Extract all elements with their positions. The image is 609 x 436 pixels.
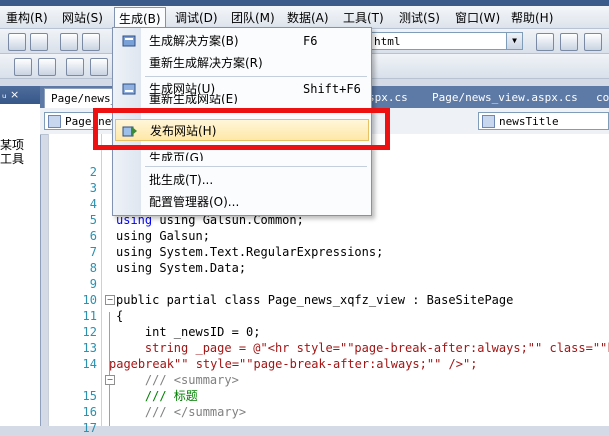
chevron-down-icon[interactable]: ▼	[506, 33, 522, 49]
code-text: {	[116, 309, 124, 323]
line-number: 13	[82, 341, 97, 355]
line-number: 11	[82, 309, 97, 323]
indent-icon[interactable]	[14, 58, 32, 76]
menu-help[interactable]: 帮助(H)	[511, 9, 553, 26]
line-number: 2	[89, 165, 97, 179]
toolbox-hint-line2: 工具	[0, 152, 25, 166]
highlight-annotation-box	[93, 108, 390, 150]
code-line-wrapped: pagebreak"" style=""page-break-after:alw…	[109, 356, 477, 372]
menu-item-label: 批生成(T)...	[149, 173, 214, 187]
code-text: pagebreak"" style=""page-break-after:alw…	[109, 357, 478, 371]
toolbox-panel-header[interactable]: ᵤ ×	[0, 86, 40, 104]
line-number: 16	[82, 405, 97, 419]
comment-icon[interactable]	[66, 58, 84, 76]
menu-item-rebuild-website[interactable]: 重新生成网站(E)	[115, 94, 369, 104]
line-number-gutter: 2 3 4 5 6 7 8 9 10 11 12 13 14 15 16 17	[49, 134, 102, 435]
line-number: 9	[89, 277, 97, 291]
menu-debug[interactable]: 调试(D)	[175, 9, 218, 26]
properties-icon[interactable]	[584, 33, 602, 51]
outdent-icon[interactable]	[38, 58, 56, 76]
menu-website[interactable]: 网站(S)	[62, 9, 103, 26]
line-number: 17	[82, 421, 97, 435]
menu-window[interactable]: 窗口(W)	[455, 9, 500, 26]
code-text: /// <summary>	[116, 373, 239, 387]
line-number: 10	[82, 293, 97, 307]
menu-data[interactable]: 数据(A)	[287, 9, 329, 26]
member-combo[interactable]: newsTitle	[478, 112, 609, 130]
find-icon[interactable]	[536, 33, 554, 51]
code-line: public partial class Page_news_xqfz_view…	[116, 292, 513, 308]
menu-item-label: 配置管理器(O)...	[149, 195, 240, 209]
code-line: /// 标题	[116, 388, 198, 404]
line-number: 7	[89, 245, 97, 259]
menu-item-rebuild-solution[interactable]: 重新生成解决方案(R)	[115, 52, 369, 74]
tab-page-news-view-aspx-cs[interactable]: Page/news_view.aspx.cs	[426, 88, 584, 108]
redo-icon[interactable]	[82, 33, 100, 51]
toolbox-panel: ᵤ × 某项 工具	[0, 86, 41, 426]
line-number: 5	[89, 213, 97, 227]
code-text: using Galsun;	[116, 229, 210, 243]
menu-item-label: 重新生成网站(E)	[149, 94, 238, 104]
menu-team[interactable]: 团队(M)	[231, 9, 275, 26]
copy-icon[interactable]	[8, 33, 26, 51]
code-text: int _newsID = 0;	[116, 325, 261, 339]
line-number: 14	[82, 357, 97, 371]
code-text: public partial class Page_news_xqfz_view…	[116, 293, 514, 307]
build-solution-icon	[121, 33, 137, 49]
member-combo-value: newsTitle	[499, 115, 559, 128]
code-line: int _newsID = 0;	[116, 324, 261, 340]
collapse-toggle-icon[interactable]: −	[105, 295, 115, 305]
line-number: 6	[89, 229, 97, 243]
paste-icon[interactable]	[30, 33, 48, 51]
uncomment-icon[interactable]	[90, 58, 108, 76]
code-line: using System.Text.RegularExpressions;	[116, 244, 383, 260]
menu-item-build-solution[interactable]: 生成解决方案(B) F6	[115, 30, 369, 52]
menu-item-label: 生成解决方案(B)	[149, 34, 239, 48]
menu-separator	[145, 76, 367, 77]
menu-item-label: 重新生成解决方案(R)	[149, 56, 263, 70]
line-number: 3	[89, 181, 97, 195]
code-line: string _page = @"<hr style=""page-break-…	[116, 340, 609, 356]
line-number: 15	[82, 389, 97, 403]
code-text: string _page = @"<hr style=""page-break-…	[116, 341, 609, 355]
menu-separator	[145, 166, 367, 167]
menu-item-batch-build[interactable]: 批生成(T)...	[115, 169, 369, 191]
code-line: /// <summary>	[116, 372, 239, 388]
class-icon	[48, 115, 61, 128]
line-number: 4	[89, 197, 97, 211]
code-text: /// 标题	[116, 389, 198, 403]
file-combo[interactable]: html ▼	[370, 32, 523, 50]
menu-test[interactable]: 测试(S)	[399, 9, 440, 26]
menu-tools[interactable]: 工具(T)	[343, 9, 384, 26]
code-line: {	[116, 308, 123, 324]
collapse-toggle-icon[interactable]: −	[105, 375, 115, 385]
code-text: using System.Text.RegularExpressions;	[116, 245, 384, 259]
undo-icon[interactable]	[60, 33, 78, 51]
menu-item-configuration-manager[interactable]: 配置管理器(O)...	[115, 191, 369, 213]
field-icon	[482, 115, 495, 128]
code-text: using System.Data;	[116, 261, 247, 275]
solution-explorer-icon[interactable]	[560, 33, 578, 51]
tab-overflow[interactable]: co	[590, 88, 609, 108]
menu-bar: 重构(R) 网站(S) 生成(B) 调试(D) 团队(M) 数据(A) 工具(T…	[0, 6, 609, 30]
toolbox-hint-line1: 某项	[0, 138, 25, 152]
code-line: /// </summary>	[116, 404, 246, 420]
line-number: 12	[82, 325, 97, 339]
line-number: 8	[89, 261, 97, 275]
menu-refactor[interactable]: 重构(R)	[6, 9, 48, 26]
code-line: using System.Data;	[116, 260, 246, 276]
code-line: using Galsun;	[116, 228, 210, 244]
file-combo-value: html	[374, 35, 401, 48]
menu-item-shortcut: F6	[303, 34, 318, 48]
code-text: /// </summary>	[116, 405, 247, 419]
